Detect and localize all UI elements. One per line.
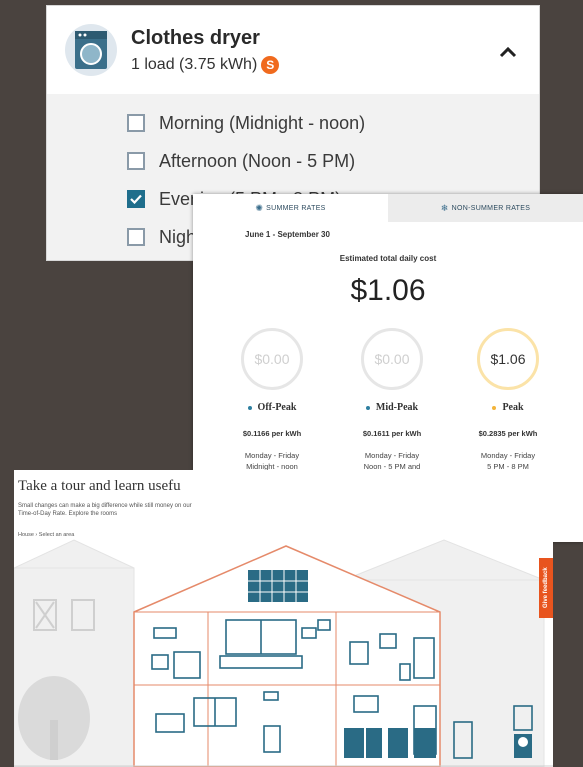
rate-name: Peak	[502, 402, 524, 413]
appliance-load: 1 load (3.75 kWh)	[131, 55, 258, 73]
tab-summer-rates[interactable]: ✺ SUMMER RATES	[193, 194, 388, 222]
rate-dot-icon	[492, 405, 497, 410]
rate-time: Monday - Friday	[480, 451, 536, 460]
sun-icon: ✺	[255, 202, 264, 213]
rate-column: $0.00 Mid-Peak $0.1611 per kWh Monday - Fri…	[347, 328, 437, 483]
checkbox[interactable]	[127, 228, 145, 246]
rate-time: Monday - Friday	[244, 451, 300, 460]
rate-amount-ring: $0.00	[241, 328, 303, 390]
tour-description: Small changes can make a big difference …	[18, 503, 192, 517]
house-tour-panel: Take a tour and learn usefu Small change…	[14, 470, 553, 767]
checkbox[interactable]	[127, 114, 145, 132]
checkbox-checked[interactable]	[127, 190, 145, 208]
rate-amount-ring: $1.06	[477, 328, 539, 390]
rate-price: $0.1611 per kWh	[362, 429, 422, 438]
rate-amount: $0.00	[374, 351, 410, 367]
rate-time: Monday - Friday	[364, 451, 420, 460]
time-option-label: Morning (Midnight - noon)	[159, 112, 366, 133]
checkbox[interactable]	[127, 152, 145, 170]
checkmark-icon	[130, 194, 142, 204]
total-cost: $1.06	[350, 274, 426, 307]
rate-amount: $1.06	[490, 351, 526, 367]
tab-non-summer-rates[interactable]: ❄ NON-SUMMER RATES	[388, 194, 583, 222]
time-option-label: Afternoon (Noon - 5 PM)	[159, 150, 356, 171]
rate-name: Mid-Peak	[375, 402, 419, 413]
tour-title: Take a tour and learn usefu	[18, 478, 181, 494]
savings-badge: S	[261, 55, 280, 74]
rate-amount: $0.00	[254, 351, 290, 367]
season-range: June 1 - September 30	[245, 230, 330, 239]
rate-name: Off-Peak	[257, 402, 297, 413]
give-feedback-button[interactable]: Give feedback	[539, 558, 553, 618]
chevron-up-icon[interactable]	[499, 46, 517, 58]
time-option[interactable]: Morning (Midnight - noon)	[47, 104, 539, 142]
appliance-title: Clothes dryer	[131, 26, 260, 49]
time-option[interactable]: Afternoon (Noon - 5 PM)	[47, 142, 539, 180]
clothes-dryer-icon	[65, 24, 117, 76]
snowflake-icon: ❄	[440, 202, 449, 213]
rate-dot-icon	[247, 405, 252, 410]
solar-panel-icon	[248, 570, 308, 602]
estimated-label: Estimated total daily cost	[339, 254, 437, 263]
appliance-header[interactable]: Clothes dryer 1 load (3.75 kWh) S	[47, 6, 539, 94]
rate-dot-icon	[365, 405, 370, 410]
rate-column: $1.06 Peak $0.2835 per kWh Monday - Friday 5…	[463, 328, 553, 472]
rate-amount-ring: $0.00	[361, 328, 423, 390]
rate-price: $0.1166 per kWh	[242, 429, 302, 438]
breadcrumb[interactable]: House › Select an area	[18, 532, 74, 538]
rate-price: $0.2835 per kWh	[478, 429, 538, 438]
